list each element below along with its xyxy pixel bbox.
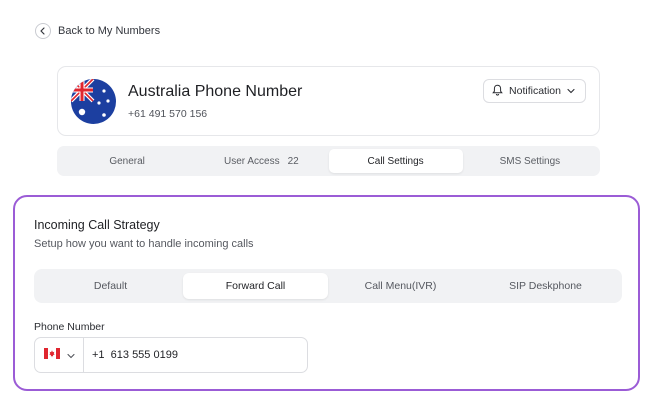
number-settings-tabs: General User Access 22 Call Settings SMS…	[57, 146, 600, 176]
australia-flag-icon	[71, 79, 116, 124]
canada-flag-icon	[43, 346, 60, 364]
incoming-call-strategy-panel: Incoming Call Strategy Setup how you wan…	[13, 195, 640, 391]
back-label: Back to My Numbers	[58, 25, 161, 37]
tab-user-access[interactable]: User Access 22	[194, 149, 328, 173]
phone-number-field	[34, 337, 308, 373]
country-code-select[interactable]	[35, 338, 84, 372]
phone-number-display: +61 491 570 156	[128, 108, 208, 120]
strategy-option-default[interactable]: Default	[38, 273, 183, 299]
page-title: Australia Phone Number	[128, 83, 303, 100]
tab-call-settings[interactable]: Call Settings	[328, 149, 463, 173]
number-header-card: Australia Phone Number +61 491 570 156 N…	[57, 66, 600, 136]
bell-icon	[492, 84, 503, 99]
notification-button[interactable]: Notification	[483, 79, 586, 103]
back-link[interactable]: Back to My Numbers	[35, 23, 160, 39]
phone-number-input[interactable]	[84, 349, 284, 361]
strategy-option-call-menu-ivr[interactable]: Call Menu(IVR)	[328, 273, 473, 299]
strategy-title: Incoming Call Strategy	[34, 218, 160, 232]
strategy-subtitle: Setup how you want to handle incoming ca…	[34, 238, 254, 250]
chevron-down-icon	[567, 85, 575, 97]
chevron-left-icon	[35, 23, 51, 39]
user-access-count: 22	[287, 155, 299, 167]
notification-label: Notification	[509, 85, 561, 97]
chevron-down-icon	[66, 346, 75, 364]
tab-sms-settings[interactable]: SMS Settings	[463, 149, 597, 173]
strategy-options: Default Forward Call Call Menu(IVR) SIP …	[34, 269, 622, 303]
strategy-option-sip-deskphone[interactable]: SIP Deskphone	[473, 273, 618, 299]
strategy-option-forward-call[interactable]: Forward Call	[183, 273, 328, 299]
phone-number-label: Phone Number	[34, 321, 105, 333]
tab-general[interactable]: General	[60, 149, 194, 173]
